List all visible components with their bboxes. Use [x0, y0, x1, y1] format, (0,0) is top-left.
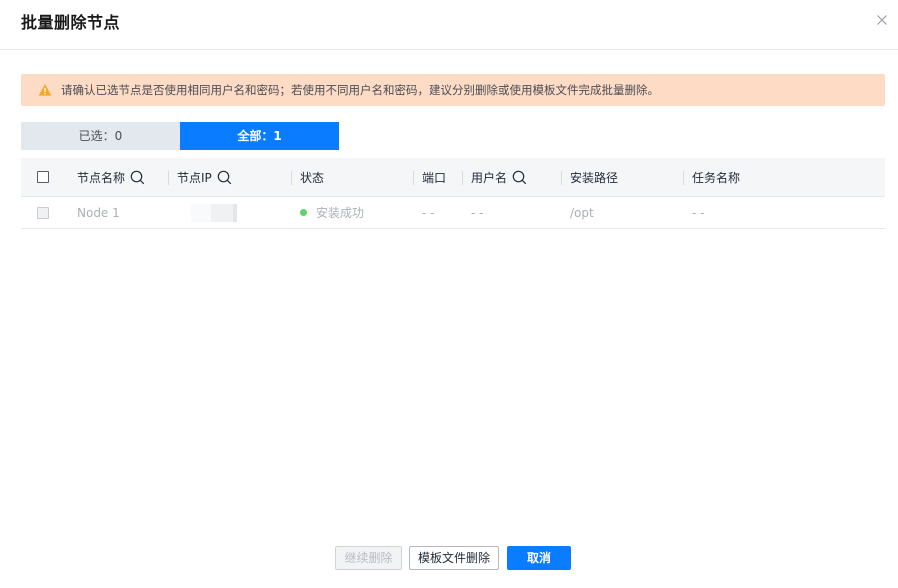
template-delete-button[interactable]: 模板文件删除 — [409, 546, 499, 570]
tab-selected[interactable]: 已选：0 — [21, 122, 180, 150]
column-username: 用户名 — [471, 158, 527, 196]
select-all-cell — [37, 158, 49, 196]
warning-alert: 请确认已选节点是否使用相同用户名和密码；若使用不同用户名和密码，建议分别删除或使… — [21, 74, 885, 106]
tab-all[interactable]: 全部：1 — [180, 122, 339, 150]
node-port: - - — [422, 205, 435, 220]
dialog-title: 批量删除节点 — [21, 13, 121, 32]
column-status: 状态 — [300, 170, 325, 185]
column-ip: 节点IP — [177, 158, 232, 196]
column-divider — [168, 171, 169, 185]
node-table: 节点名称 节点IP 状态 端口 用户名 安装路径 任务名称 Node 1 安装成… — [21, 158, 885, 229]
column-port: 端口 — [422, 170, 447, 185]
node-ip — [191, 197, 237, 228]
search-icon[interactable] — [130, 170, 145, 185]
search-icon[interactable] — [217, 170, 232, 185]
select-all-checkbox[interactable] — [37, 171, 49, 183]
warning-icon — [38, 83, 52, 97]
column-divider — [462, 171, 463, 185]
dialog-header: 批量删除节点 — [0, 0, 898, 50]
node-ip-redacted — [191, 203, 237, 222]
column-divider — [413, 171, 414, 185]
column-username-label: 用户名 — [471, 170, 508, 185]
node-status-label: 安装成功 — [316, 206, 365, 220]
column-divider — [683, 171, 684, 185]
cancel-button[interactable]: 取消 — [507, 546, 571, 570]
column-path: 安装路径 — [570, 170, 619, 185]
node-name: Node 1 — [77, 205, 120, 220]
column-divider — [561, 171, 562, 185]
column-name: 节点名称 — [77, 158, 145, 196]
close-icon[interactable] — [874, 12, 890, 28]
alert-text: 请确认已选节点是否使用相同用户名和密码；若使用不同用户名和密码，建议分别删除或使… — [61, 83, 659, 97]
node-path: /opt — [570, 205, 594, 220]
column-ip-label: 节点IP — [177, 170, 212, 185]
row-select-cell — [37, 197, 49, 228]
node-task: - - — [692, 205, 705, 220]
table-header: 节点名称 节点IP 状态 端口 用户名 安装路径 任务名称 — [21, 158, 885, 197]
column-task: 任务名称 — [692, 170, 741, 185]
dialog-footer: 继续删除 模板文件删除 取消 — [0, 546, 898, 570]
node-status: 安装成功 — [300, 197, 364, 228]
column-name-label: 节点名称 — [77, 170, 126, 185]
search-icon[interactable] — [512, 170, 527, 185]
node-username: - - — [471, 205, 484, 220]
status-dot-icon — [300, 209, 307, 216]
continue-delete-button[interactable]: 继续删除 — [335, 546, 402, 570]
table-row: Node 1 安装成功 - - - - /opt - - — [21, 197, 885, 229]
column-divider — [291, 171, 292, 185]
row-checkbox[interactable] — [37, 206, 49, 219]
